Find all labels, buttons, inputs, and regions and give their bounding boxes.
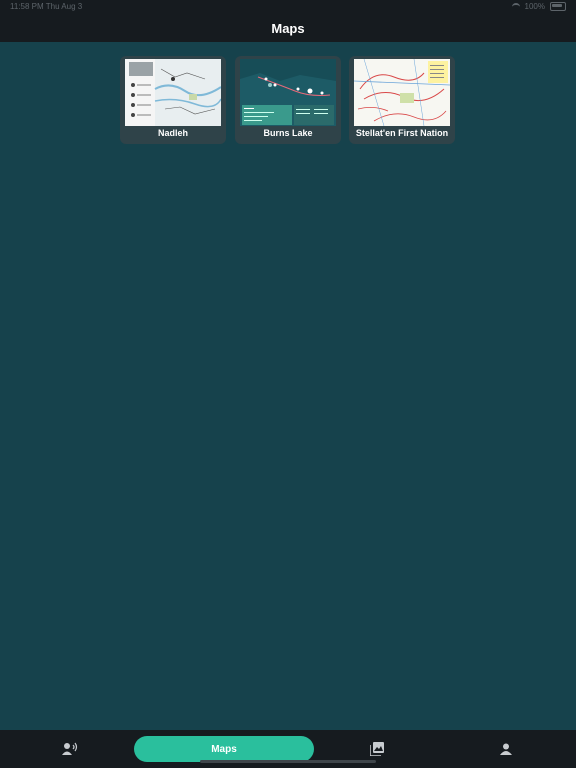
speaker-person-icon xyxy=(62,742,78,755)
tab-speak[interactable] xyxy=(40,730,100,768)
home-indicator[interactable] xyxy=(200,760,376,763)
person-icon xyxy=(500,743,512,755)
map-card-label: Burns Lake xyxy=(263,128,313,138)
battery-icon xyxy=(550,2,566,11)
map-thumbnail-stellaten xyxy=(354,59,450,126)
status-time: 11:58 PM xyxy=(10,2,44,11)
nav-bar: Maps xyxy=(0,14,576,42)
status-date: Thu Aug 3 xyxy=(45,2,83,11)
status-bar: 11:58 PM Thu Aug 3 100% xyxy=(0,0,576,14)
tab-profile[interactable] xyxy=(476,730,536,768)
maps-grid: Nadleh Burns Lake Stellat'en First Natio… xyxy=(0,42,576,730)
map-card-nadleh[interactable]: Nadleh xyxy=(120,56,226,144)
map-card-stellaten[interactable]: Stellat'en First Nation xyxy=(349,56,455,144)
page-title: Maps xyxy=(271,20,305,36)
battery-level: 100% xyxy=(524,2,545,11)
map-thumbnail-burns-lake xyxy=(240,59,336,126)
tab-maps-label: Maps xyxy=(211,743,237,755)
map-card-burns-lake[interactable]: Burns Lake xyxy=(235,56,341,144)
photo-library-icon xyxy=(370,742,384,756)
map-thumbnail-nadleh xyxy=(125,59,221,126)
tab-maps[interactable]: Maps xyxy=(134,736,314,762)
map-card-label: Stellat'en First Nation xyxy=(355,128,449,138)
wifi-icon xyxy=(511,2,520,11)
map-card-label: Nadleh xyxy=(157,128,188,138)
